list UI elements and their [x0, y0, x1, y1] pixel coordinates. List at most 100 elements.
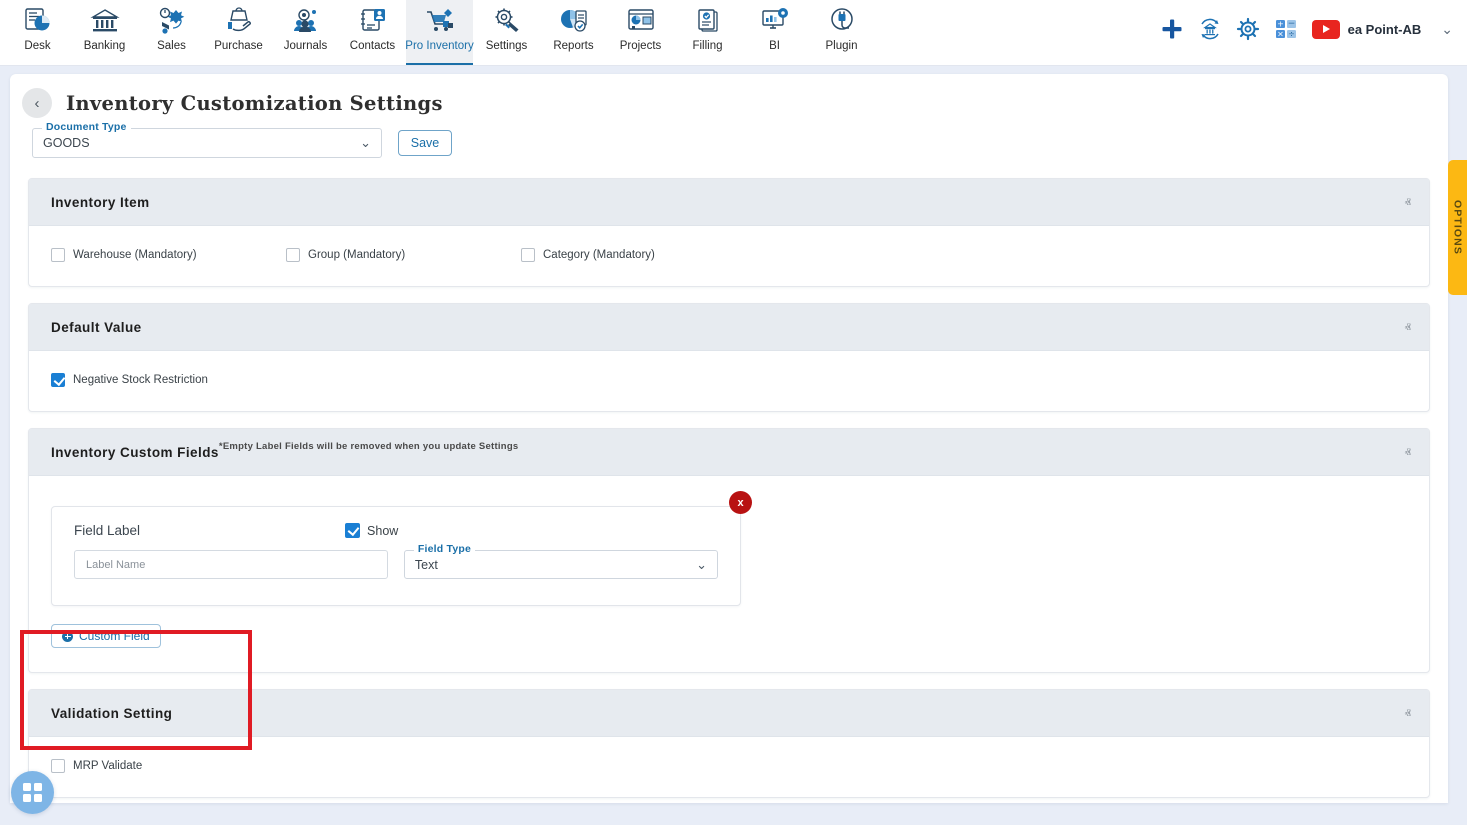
nav-item-label: Contacts: [349, 40, 396, 52]
document-type-select[interactable]: Document Type GOODS ⌄: [32, 121, 382, 158]
add-plus-icon[interactable]: [1160, 17, 1184, 41]
chevron-down-icon[interactable]: ⌄: [1441, 21, 1453, 38]
options-tab-label: OPTIONS: [1451, 200, 1464, 255]
checkbox-category-mandatory[interactable]: Category (Mandatory): [521, 248, 655, 262]
custom-field-top-row: Field Label Show: [74, 523, 718, 538]
bank-sync-icon[interactable]: [1198, 17, 1222, 41]
apps-grid-button[interactable]: [11, 771, 54, 814]
nav-item-label: BI: [769, 40, 780, 52]
nav-item-label: Projects: [619, 40, 662, 52]
field-type-value: Text: [414, 557, 438, 572]
plugin-plug-icon: [827, 6, 857, 36]
section-header[interactable]: Inventory Item ⱏ: [29, 179, 1429, 226]
label-name-input[interactable]: Label Name: [74, 550, 388, 579]
checkbox-box[interactable]: [51, 373, 65, 387]
back-button[interactable]: ‹: [22, 88, 52, 118]
nav-item-label: Desk: [24, 40, 51, 52]
sales-megaphone-icon: [157, 6, 187, 36]
checkbox-label: Show: [367, 523, 399, 538]
nav-item-reports[interactable]: Reports: [540, 0, 607, 65]
save-button[interactable]: Save: [398, 130, 452, 156]
desk-dashboard-icon: [23, 6, 53, 36]
nav-item-sales[interactable]: Sales: [138, 0, 205, 65]
nav-item-purchase[interactable]: Purchase: [205, 0, 272, 65]
checkbox-mrp-validate[interactable]: MRP Validate: [51, 759, 142, 773]
checkbox-warehouse-mandatory[interactable]: Warehouse (Mandatory): [51, 248, 286, 262]
custom-field-inputs: Label Name Field Type Text ⌄: [74, 543, 718, 579]
chevron-down-icon: ⌄: [360, 135, 371, 150]
field-type-select[interactable]: Field Type Text ⌄: [403, 543, 718, 579]
section-header[interactable]: Validation Setting ⱏ: [29, 690, 1429, 737]
section-header[interactable]: Inventory Custom Fields *Empty Label Fie…: [29, 429, 1429, 476]
nav-item-pro-inventory[interactable]: Pro Inventory: [405, 0, 474, 65]
checkbox-label: Warehouse (Mandatory): [73, 249, 197, 261]
checkbox-label: Group (Mandatory): [308, 249, 406, 261]
nav-item-plugin[interactable]: Plugin: [808, 0, 875, 65]
section-body: Negative Stock Restriction: [29, 351, 1429, 411]
svg-text:−: −: [1287, 19, 1295, 29]
nav-item-bi[interactable]: BI: [741, 0, 808, 65]
nav-item-projects[interactable]: Projects: [607, 0, 674, 65]
nav-item-label: Settings: [485, 40, 528, 52]
youtube-icon[interactable]: [1311, 19, 1340, 39]
show-checkbox[interactable]: Show: [345, 523, 398, 538]
bank-building-icon: [89, 6, 120, 36]
section-title: Default Value: [51, 319, 142, 335]
chevron-up-icon[interactable]: ⱏ: [1405, 446, 1411, 459]
bi-monitor-icon: [760, 6, 790, 36]
checkbox-box[interactable]: [521, 248, 535, 262]
purchase-hand-bag-icon: [224, 6, 254, 36]
nav-item-settings[interactable]: Settings: [473, 0, 540, 65]
section-note: *Empty Label Fields will be removed when…: [218, 441, 519, 452]
options-side-tab[interactable]: OPTIONS: [1448, 160, 1467, 295]
custom-field-row: x Field Label Show Label Name Field Type…: [51, 491, 752, 606]
document-type-row: Document Type GOODS ⌄ Save: [10, 118, 1448, 158]
section-validation-setting: Validation Setting ⱏ MRP Validate: [28, 689, 1430, 798]
settings-gear-wrench-icon: [492, 6, 522, 36]
chevron-down-icon: ⌄: [696, 556, 707, 572]
checkbox-box[interactable]: [286, 248, 300, 262]
nav-item-label: Purchase: [214, 40, 263, 52]
checkbox-row: Negative Stock Restriction: [51, 373, 1407, 387]
checkbox-group-mandatory[interactable]: Group (Mandatory): [286, 248, 521, 262]
checkbox-label: MRP Validate: [73, 760, 143, 772]
nav-item-list: Desk Banking Sales Purchase Journals Con…: [0, 0, 875, 65]
nav-item-contacts[interactable]: Contacts: [339, 0, 406, 65]
checkbox-box[interactable]: [51, 759, 65, 773]
nav-item-desk[interactable]: Desk: [4, 0, 71, 65]
gear-settings-icon[interactable]: [1236, 17, 1260, 41]
chevron-up-icon[interactable]: ⱏ: [1405, 196, 1411, 209]
chevron-up-icon[interactable]: ⱏ: [1405, 707, 1411, 720]
nav-item-banking[interactable]: Banking: [71, 0, 138, 65]
nav-item-filling[interactable]: Filling: [674, 0, 741, 65]
section-inventory-item: Inventory Item ⱏ Warehouse (Mandatory) G…: [28, 178, 1430, 287]
document-type-label: Document Type: [42, 121, 131, 133]
checkbox-row: MRP Validate: [51, 759, 1407, 773]
section-header[interactable]: Default Value ⱏ: [29, 304, 1429, 351]
svg-text:×: ×: [1277, 30, 1284, 39]
nav-item-journals[interactable]: Journals: [272, 0, 339, 65]
svg-text:÷: ÷: [1288, 30, 1295, 39]
section-title: Inventory Item: [51, 194, 150, 210]
nav-item-label: Pro Inventory: [405, 40, 474, 52]
add-custom-field-button[interactable]: Custom Field: [51, 624, 161, 648]
settings-sections: Inventory Item ⱏ Warehouse (Mandatory) G…: [10, 158, 1448, 798]
delete-custom-field-button[interactable]: x: [729, 491, 752, 514]
section-title: Inventory Custom Fields: [51, 444, 219, 460]
filling-documents-icon: [693, 6, 723, 36]
checkbox-box[interactable]: [345, 523, 361, 538]
checkbox-negative-stock-restriction[interactable]: Negative Stock Restriction: [51, 373, 208, 387]
top-navigation-bar: Desk Banking Sales Purchase Journals Con…: [0, 0, 1467, 66]
user-account-name: ea Point-AB: [1347, 21, 1422, 37]
nav-item-label: Banking: [83, 40, 126, 52]
projects-board-icon: [626, 6, 656, 36]
calculator-icon[interactable]: + − × ÷: [1274, 17, 1298, 41]
page-title: Inventory Customization Settings: [66, 91, 443, 115]
add-custom-field-label: Custom Field: [79, 629, 150, 643]
checkbox-label: Category (Mandatory): [543, 249, 655, 261]
page-header: ‹ Inventory Customization Settings: [10, 74, 1448, 118]
checkbox-box[interactable]: [51, 248, 65, 262]
section-body: MRP Validate: [29, 737, 1429, 797]
nav-right-cluster: + − × ÷ ea Point-AB ⌄: [1160, 0, 1453, 58]
chevron-up-icon[interactable]: ⱏ: [1405, 321, 1411, 334]
